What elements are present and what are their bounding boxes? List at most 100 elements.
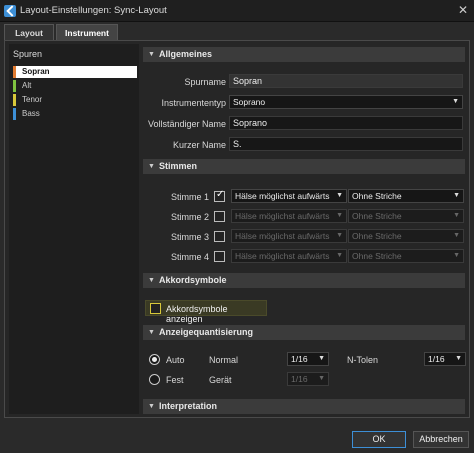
chevron-down-icon: ▼ [318,355,325,362]
tab-layout[interactable]: Layout [4,24,54,40]
track-color-bar [13,108,16,120]
ok-button[interactable]: OK [352,431,406,448]
voice-4-checkbox[interactable] [214,251,225,262]
quant-fixed-label: Fest [166,375,184,385]
quant-ntuplet-dropdown[interactable]: 1/16 ▼ [424,352,466,366]
show-chords-checkbox[interactable] [150,303,161,314]
full-name-label: Vollständiger Name [147,119,226,129]
voice-1-label: Stimme 1 [170,192,209,202]
chevron-down-icon: ▼ [336,192,343,199]
content-frame: Spuren Sopran Alt Tenor Bass ▼ Allgemein… [4,40,470,418]
chevron-down-icon: ▼ [336,252,343,259]
dropdown-value: Soprano [233,97,266,107]
chevron-down-icon: ▼ [453,192,460,199]
collapse-triangle-icon: ▼ [148,51,155,58]
track-label: Sopran [22,67,50,76]
section-title: Akkordsymbole [159,275,227,285]
instrument-type-label: Instrumententyp [161,98,226,108]
section-title: Anzeigequantisierung [159,327,254,337]
full-name-input[interactable]: Soprano [229,116,463,130]
track-item-alt[interactable]: Alt [13,80,137,92]
quant-device-label: Gerät [209,375,232,385]
voice-2-checkbox[interactable] [214,211,225,222]
chevron-down-icon: ▼ [453,212,460,219]
dropdown-value: Ohne Striche [352,231,402,241]
show-chords-option[interactable]: Akkordsymbole anzeigen [145,300,267,324]
chevron-down-icon: ▼ [318,375,325,382]
quant-device-dropdown: 1/16 ▼ [287,372,329,386]
track-item-sopran[interactable]: Sopran [13,66,137,78]
track-name-label: Spurname [184,77,226,87]
checkmark-icon: ✓ [216,189,225,200]
dropdown-value: 1/16 [291,374,308,384]
dropdown-value: Ohne Striche [352,211,402,221]
tab-instrument[interactable]: Instrument [56,24,118,40]
track-color-bar [13,94,16,106]
quant-auto-radio[interactable] [149,354,160,365]
voice-4-label: Stimme 4 [170,252,209,262]
quant-normal-dropdown[interactable]: 1/16 ▼ [287,352,329,366]
chevron-down-icon: ▼ [453,252,460,259]
track-item-bass[interactable]: Bass [13,108,137,120]
collapse-triangle-icon: ▼ [148,163,155,170]
dropdown-value: Ohne Striche [352,251,402,261]
track-label: Alt [22,81,32,90]
instrument-type-dropdown[interactable]: Soprano ▼ [229,95,463,109]
chevron-down-icon: ▼ [336,212,343,219]
section-quantization-header[interactable]: ▼ Anzeigequantisierung [143,325,465,340]
dropdown-value: Hälse möglichst aufwärts [235,211,330,221]
dropdown-value: Hälse möglichst aufwärts [235,251,330,261]
collapse-triangle-icon: ▼ [148,329,155,336]
voice-2-label: Stimme 2 [170,212,209,222]
voice-1-checkbox[interactable]: ✓ [214,189,225,202]
title-bar: Layout-Einstellungen: Sync-Layout ✕ [0,0,474,22]
dropdown-value: 1/16 [291,354,308,364]
collapse-triangle-icon: ▼ [148,277,155,284]
quant-normal-label: Normal [209,355,239,365]
section-general-header[interactable]: ▼ Allgemeines [143,47,465,62]
voice-3-label: Stimme 3 [170,232,209,242]
collapse-triangle-icon: ▼ [148,403,155,410]
section-title: Interpretation [159,401,218,411]
track-item-tenor[interactable]: Tenor [13,94,137,106]
short-name-label: Kurzer Name [172,140,226,150]
section-chords-header[interactable]: ▼ Akkordsymbole [143,273,465,288]
voice-1-rest-dropdown[interactable]: Ohne Striche ▼ [348,189,464,203]
section-voices-header[interactable]: ▼ Stimmen [143,159,465,174]
chevron-down-icon: ▼ [455,355,462,362]
app-icon [4,5,16,17]
short-name-input[interactable]: S. [229,137,463,151]
track-label: Bass [22,109,40,118]
voice-2-stem-dropdown: Hälse möglichst aufwärts ▼ [231,209,347,223]
track-label: Tenor [22,95,43,104]
track-color-bar [13,80,16,92]
chevron-down-icon: ▼ [452,98,459,105]
voice-3-rest-dropdown: Ohne Striche ▼ [348,229,464,243]
quant-ntuplet-label: N-Tolen [347,355,379,365]
dropdown-value: Hälse möglichst aufwärts [235,231,330,241]
window-title: Layout-Einstellungen: Sync-Layout [20,5,167,16]
dropdown-value: Hälse möglichst aufwärts [235,191,330,201]
track-color-bar [13,66,16,78]
chevron-down-icon: ▼ [453,232,460,239]
voice-3-stem-dropdown: Hälse möglichst aufwärts ▼ [231,229,347,243]
track-name-field: Sopran [229,74,463,88]
voice-3-checkbox[interactable] [214,231,225,242]
section-interpretation-header[interactable]: ▼ Interpretation [143,399,465,414]
chevron-down-icon: ▼ [336,232,343,239]
dropdown-value: 1/16 [428,354,445,364]
quant-fixed-radio[interactable] [149,374,160,385]
section-title: Stimmen [159,161,198,171]
section-title: Allgemeines [159,49,213,59]
cancel-button[interactable]: Abbrechen [413,431,469,448]
voice-4-stem-dropdown: Hälse möglichst aufwärts ▼ [231,249,347,263]
show-chords-label: Akkordsymbole anzeigen [166,304,228,324]
close-icon[interactable]: ✕ [458,3,468,17]
quant-auto-label: Auto [166,355,185,365]
track-list: Spuren Sopran Alt Tenor Bass [9,44,139,414]
track-list-title: Spuren [13,49,43,59]
dropdown-value: Ohne Striche [352,191,402,201]
voice-2-rest-dropdown: Ohne Striche ▼ [348,209,464,223]
voice-4-rest-dropdown: Ohne Striche ▼ [348,249,464,263]
voice-1-stem-dropdown[interactable]: Hälse möglichst aufwärts ▼ [231,189,347,203]
